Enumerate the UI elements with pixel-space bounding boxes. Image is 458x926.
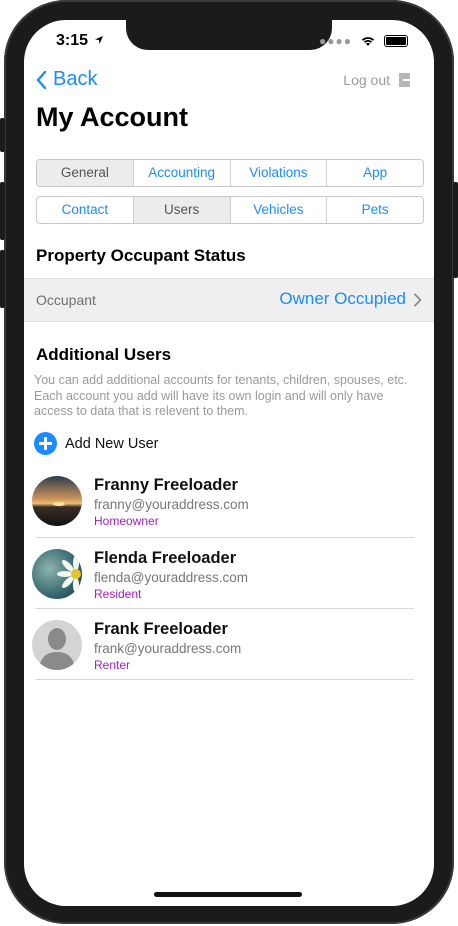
side-button	[453, 182, 458, 278]
additional-users-heading: Additional Users	[36, 345, 172, 364]
tab-general[interactable]: General	[37, 160, 134, 186]
occupant-label: Occupant	[36, 292, 96, 308]
battery-icon	[384, 35, 408, 47]
occupant-value: Owner Occupied	[279, 289, 406, 308]
app-screen: 3:15 ●●●● Back Log out My Account Genera…	[24, 20, 434, 906]
user-email: flenda@youraddress.com	[94, 570, 249, 585]
user-email: frank@youraddress.com	[94, 641, 242, 656]
tab-pets[interactable]: Pets	[327, 197, 423, 223]
tab-app[interactable]: App	[327, 160, 423, 186]
additional-users-description: You can add additional accounts for tena…	[34, 373, 408, 418]
chevron-left-icon	[36, 70, 47, 89]
add-new-user-button[interactable]: Add New User	[34, 432, 158, 455]
tab-bar-primary: General Accounting Violations App	[36, 159, 424, 187]
tab-accounting[interactable]: Accounting	[134, 160, 231, 186]
tab-violations[interactable]: Violations	[231, 160, 328, 186]
user-role: Resident	[94, 587, 142, 601]
user-name: Frank Freeloader	[94, 620, 228, 638]
tab-vehicles[interactable]: Vehicles	[231, 197, 328, 223]
user-row-flenda[interactable]: Flenda Freeloader flenda@youraddress.com…	[32, 543, 414, 613]
occupant-status-row[interactable]: Occupant Owner Occupied	[24, 278, 434, 322]
user-row-franny[interactable]: Franny Freeloader franny@youraddress.com…	[32, 470, 414, 540]
signal-dots-icon: ●●●●	[319, 34, 352, 48]
logout-button[interactable]: Log out	[343, 72, 414, 88]
notch	[126, 20, 332, 50]
tab-contact[interactable]: Contact	[37, 197, 134, 223]
divider	[36, 608, 414, 609]
location-arrow-icon	[95, 36, 104, 44]
user-email: franny@youraddress.com	[94, 497, 249, 512]
user-row-frank[interactable]: Frank Freeloader frank@youraddress.com R…	[32, 614, 414, 684]
volume-up-button	[0, 182, 5, 240]
daisy-photo-avatar	[32, 549, 82, 599]
back-label: Back	[53, 68, 98, 90]
add-new-user-label: Add New User	[65, 435, 159, 452]
mute-switch	[0, 118, 5, 152]
user-name: Flenda Freeloader	[94, 549, 237, 567]
page-title: My Account	[36, 102, 189, 132]
back-button[interactable]: Back	[36, 68, 97, 91]
user-name: Franny Freeloader	[94, 476, 238, 494]
person-silhouette-icon	[32, 620, 82, 670]
sunset-photo-avatar	[32, 476, 82, 526]
home-indicator[interactable]	[154, 892, 302, 897]
tab-bar-secondary: Contact Users Vehicles Pets	[36, 196, 424, 224]
logout-label: Log out	[343, 72, 390, 88]
tab-users[interactable]: Users	[133, 197, 231, 223]
wifi-icon	[361, 37, 375, 46]
logout-icon	[399, 73, 414, 87]
status-icons: ●●●●	[319, 34, 408, 48]
user-role: Homeowner	[94, 514, 159, 528]
divider	[36, 537, 414, 538]
property-status-heading: Property Occupant Status	[36, 246, 246, 265]
volume-down-button	[0, 250, 5, 308]
divider	[36, 679, 414, 680]
status-time: 3:15	[56, 32, 104, 50]
chevron-right-icon	[413, 293, 422, 307]
user-role: Renter	[94, 658, 131, 672]
plus-circle-icon	[34, 432, 57, 455]
